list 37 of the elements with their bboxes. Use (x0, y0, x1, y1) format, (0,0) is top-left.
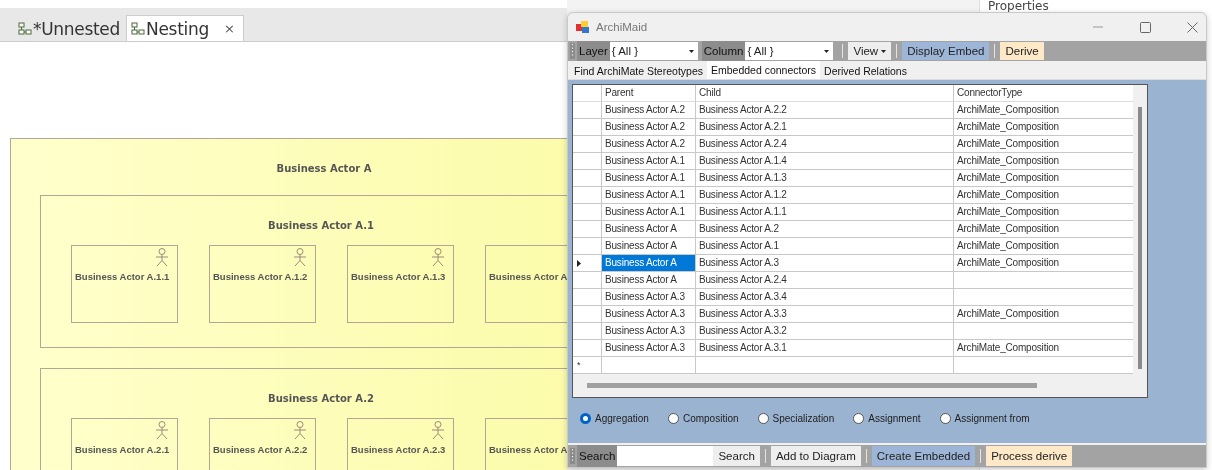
actor-label: Business Actor A.1.2 (213, 271, 308, 282)
actor-label: Business Actor A.2.3 (351, 444, 446, 455)
radio-option[interactable]: Specialization (757, 413, 835, 424)
actor-label: Business Actor A (489, 271, 567, 282)
toolbar-button[interactable]: Derive (1000, 42, 1044, 60)
toolbar-label: Search (577, 445, 618, 467)
filter-dropdown[interactable]: { All } (609, 42, 698, 60)
radio-option[interactable]: Aggregation (580, 413, 649, 424)
radio-option[interactable]: Composition (667, 413, 739, 424)
actor-label: Business Actor A.2.2 (213, 444, 308, 455)
toolbar-button[interactable]: Display Embed (902, 42, 990, 60)
panel-title: Properties (988, 0, 1050, 12)
diagram-tab[interactable]: *Unnested (18, 16, 127, 41)
actor-label: Business Actor A.2 (267, 393, 375, 404)
new-row-marker: * (577, 359, 581, 372)
actor-label: Business Actor A.1 (267, 220, 375, 231)
radio-option[interactable]: Assignment from (939, 413, 1030, 424)
toolbar-button[interactable]: Search (713, 446, 760, 466)
toolbar-button[interactable]: Process derive (986, 446, 1073, 466)
window-title: ArchiMaid (596, 21, 648, 33)
toolbar-button[interactable]: Add to Diagram (770, 446, 861, 466)
toolbar-label: Layer (577, 41, 610, 61)
filter-dropdown[interactable]: { All } (745, 42, 834, 60)
diagram-tab[interactable]: Nesting × (126, 15, 244, 41)
actor-label: Business Actor A.1.1 (75, 271, 170, 282)
view-menu-button[interactable]: View (848, 42, 892, 60)
close-tab-button[interactable]: × (223, 21, 235, 36)
actor-label: Business Actor A.1.3 (351, 271, 446, 282)
actor-label: Business Actor A (275, 163, 373, 174)
actor-label: Business Actor A.2.1 (75, 444, 170, 455)
radio-option[interactable]: Assignment (853, 413, 921, 424)
actor-label: Business Actor A (489, 444, 567, 455)
toolbar-label: Column (701, 41, 746, 61)
row-header[interactable]: * (573, 357, 602, 374)
tab[interactable]: Embedded connectors (707, 61, 821, 79)
toolbar-button[interactable]: Create Embedded (871, 446, 976, 466)
table-cell: Business Actor A (602, 255, 696, 272)
